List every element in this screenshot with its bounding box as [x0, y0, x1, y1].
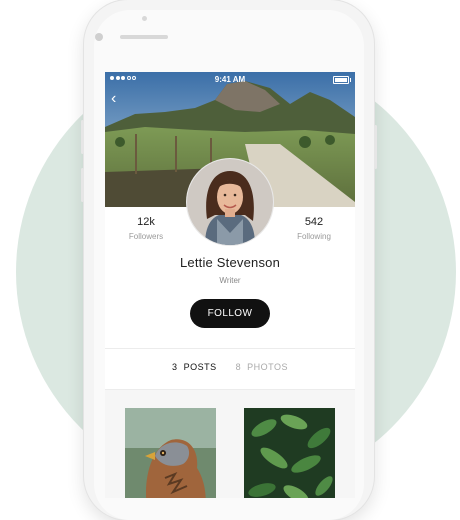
profile-name: Lettie Stevenson	[179, 255, 281, 270]
tab-bar: 3 POSTS 8 PHOTOS	[105, 362, 355, 372]
following-stat[interactable]: 542 Following	[284, 216, 344, 241]
following-label: Following	[297, 232, 331, 241]
phone-side-button-right	[374, 125, 377, 169]
tab-posts[interactable]: 3 POSTS	[172, 362, 217, 372]
tab-photos-label: PHOTOS	[247, 362, 288, 372]
followers-label: Followers	[128, 232, 164, 241]
avatar[interactable]	[187, 159, 273, 245]
battery-icon	[333, 76, 351, 84]
divider-top	[105, 348, 355, 349]
tab-posts-count: 3	[172, 362, 178, 372]
back-chevron-icon[interactable]: ‹	[111, 91, 116, 107]
tab-photos[interactable]: 8 PHOTOS	[236, 362, 288, 372]
phone-sensor	[142, 16, 147, 21]
follow-button[interactable]: FOLLOW	[190, 299, 270, 328]
tab-photos-count: 8	[235, 362, 242, 372]
post-thumbnail-bird[interactable]	[125, 408, 216, 498]
following-count: 542	[304, 216, 324, 228]
status-time: 9:41 AM	[214, 75, 246, 84]
followers-count: 12k	[137, 216, 155, 228]
phone-speaker	[120, 35, 168, 39]
followers-stat[interactable]: 12k Followers	[116, 216, 176, 241]
phone-side-button-left-1	[81, 120, 84, 154]
post-thumbnail-leaves[interactable]	[244, 408, 335, 498]
app-screen: 9:41 AM ‹ 12k Followers 542 Following Le…	[105, 72, 355, 498]
phone-camera	[95, 33, 103, 41]
phone-side-button-left-2	[81, 168, 84, 202]
profile-role: Writer	[219, 276, 241, 285]
tab-posts-label: POSTS	[183, 362, 217, 372]
status-bar: 9:41 AM	[105, 72, 355, 86]
